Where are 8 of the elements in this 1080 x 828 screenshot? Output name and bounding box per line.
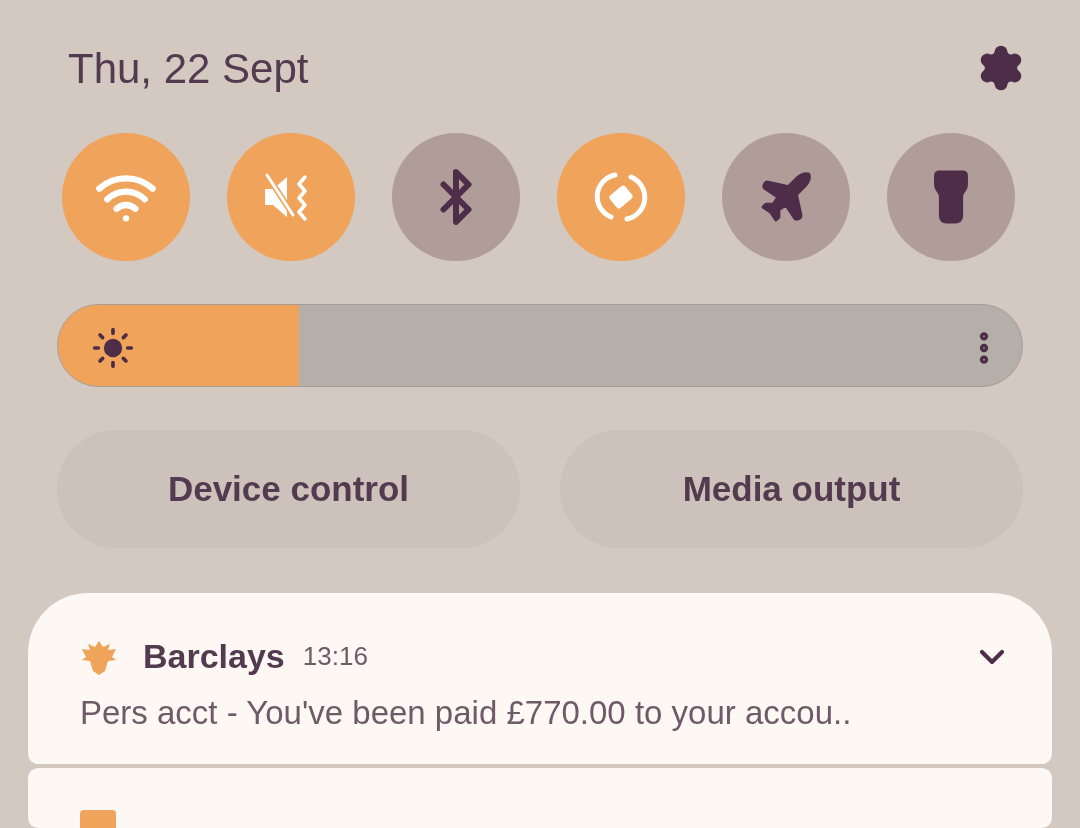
notification-card[interactable]: Barclays 13:16 Pers acct - You've been paid £770.00 to your accou.. (28, 593, 1052, 764)
brightness-icon (91, 326, 135, 370)
notification-time: 13:16 (302, 640, 368, 674)
panel-button[interactable]: Device control (57, 430, 520, 549)
notification-text: Pers acct - You've been paid £770.00 to your accou.. (80, 693, 853, 734)
date: Thu, 22 Sept (68, 43, 309, 94)
panel-button[interactable]: Media output (560, 430, 1023, 549)
app-name: Barclays (143, 636, 285, 678)
